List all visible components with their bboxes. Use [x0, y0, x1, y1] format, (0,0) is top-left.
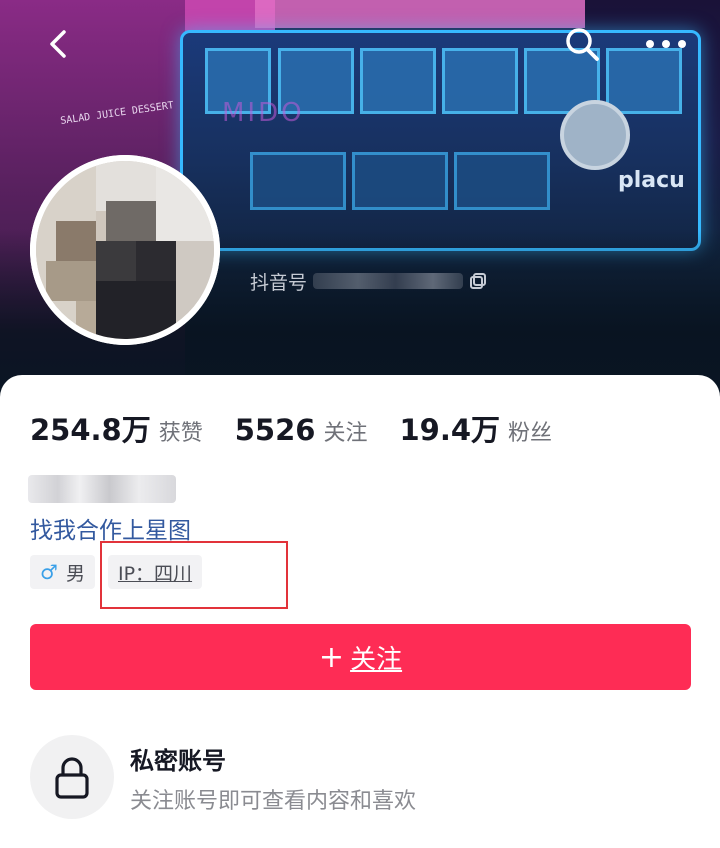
avatar[interactable] [30, 155, 220, 345]
lock-icon [55, 757, 89, 799]
follow-button[interactable]: + 关注 [30, 624, 691, 690]
douyin-id-row: 抖音号 [250, 268, 487, 294]
followers-count[interactable]: 19.4万 [399, 407, 500, 449]
copy-icon[interactable] [469, 272, 487, 290]
avatar-image [36, 161, 214, 339]
username-blurred [258, 222, 530, 254]
following-count[interactable]: 5526 [235, 413, 316, 447]
banner-window [250, 152, 346, 210]
banner-place-sign: placu [618, 168, 685, 193]
following-label: 关注 [323, 421, 368, 446]
search-icon[interactable] [562, 24, 602, 64]
lock-icon-circle [30, 735, 114, 819]
ip-highlight-box [100, 541, 288, 609]
likes-count[interactable]: 254.8万 [30, 407, 151, 449]
plus-icon: + [318, 639, 345, 675]
bio-blurred [28, 475, 176, 503]
banner-window [454, 152, 550, 210]
bio-cooperation-link[interactable]: 找我合作上星图 [30, 511, 191, 545]
gender-tag: ♂ 男 [30, 555, 95, 589]
banner-clock [560, 100, 630, 170]
more-dots-icon[interactable] [640, 26, 692, 62]
banner-pink-roof [255, 0, 585, 28]
likes-label: 获赞 [158, 421, 203, 446]
private-account-subtitle: 关注账号即可查看内容和喜欢 [130, 789, 417, 814]
banner-window [352, 152, 448, 210]
banner-mido-sign: MIDO [222, 98, 305, 128]
profile-card: 254.8万 获赞 5526 关注 19.4万 粉丝 找我合作上星图 ♂ 男 I… [0, 375, 720, 848]
back-arrow-icon[interactable] [42, 26, 78, 62]
private-account-title: 私密账号 [130, 747, 226, 775]
male-icon: ♂ [40, 560, 58, 584]
followers-label: 粉丝 [508, 421, 553, 446]
follow-button-label: 关注 [350, 644, 403, 675]
id-label: 抖音号 [250, 271, 308, 294]
stats-row: 254.8万 获赞 5526 关注 19.4万 粉丝 [30, 407, 584, 449]
gender-label: 男 [65, 562, 85, 585]
id-value-blurred [313, 273, 464, 289]
banner-window [442, 48, 518, 114]
banner-window [360, 48, 436, 114]
